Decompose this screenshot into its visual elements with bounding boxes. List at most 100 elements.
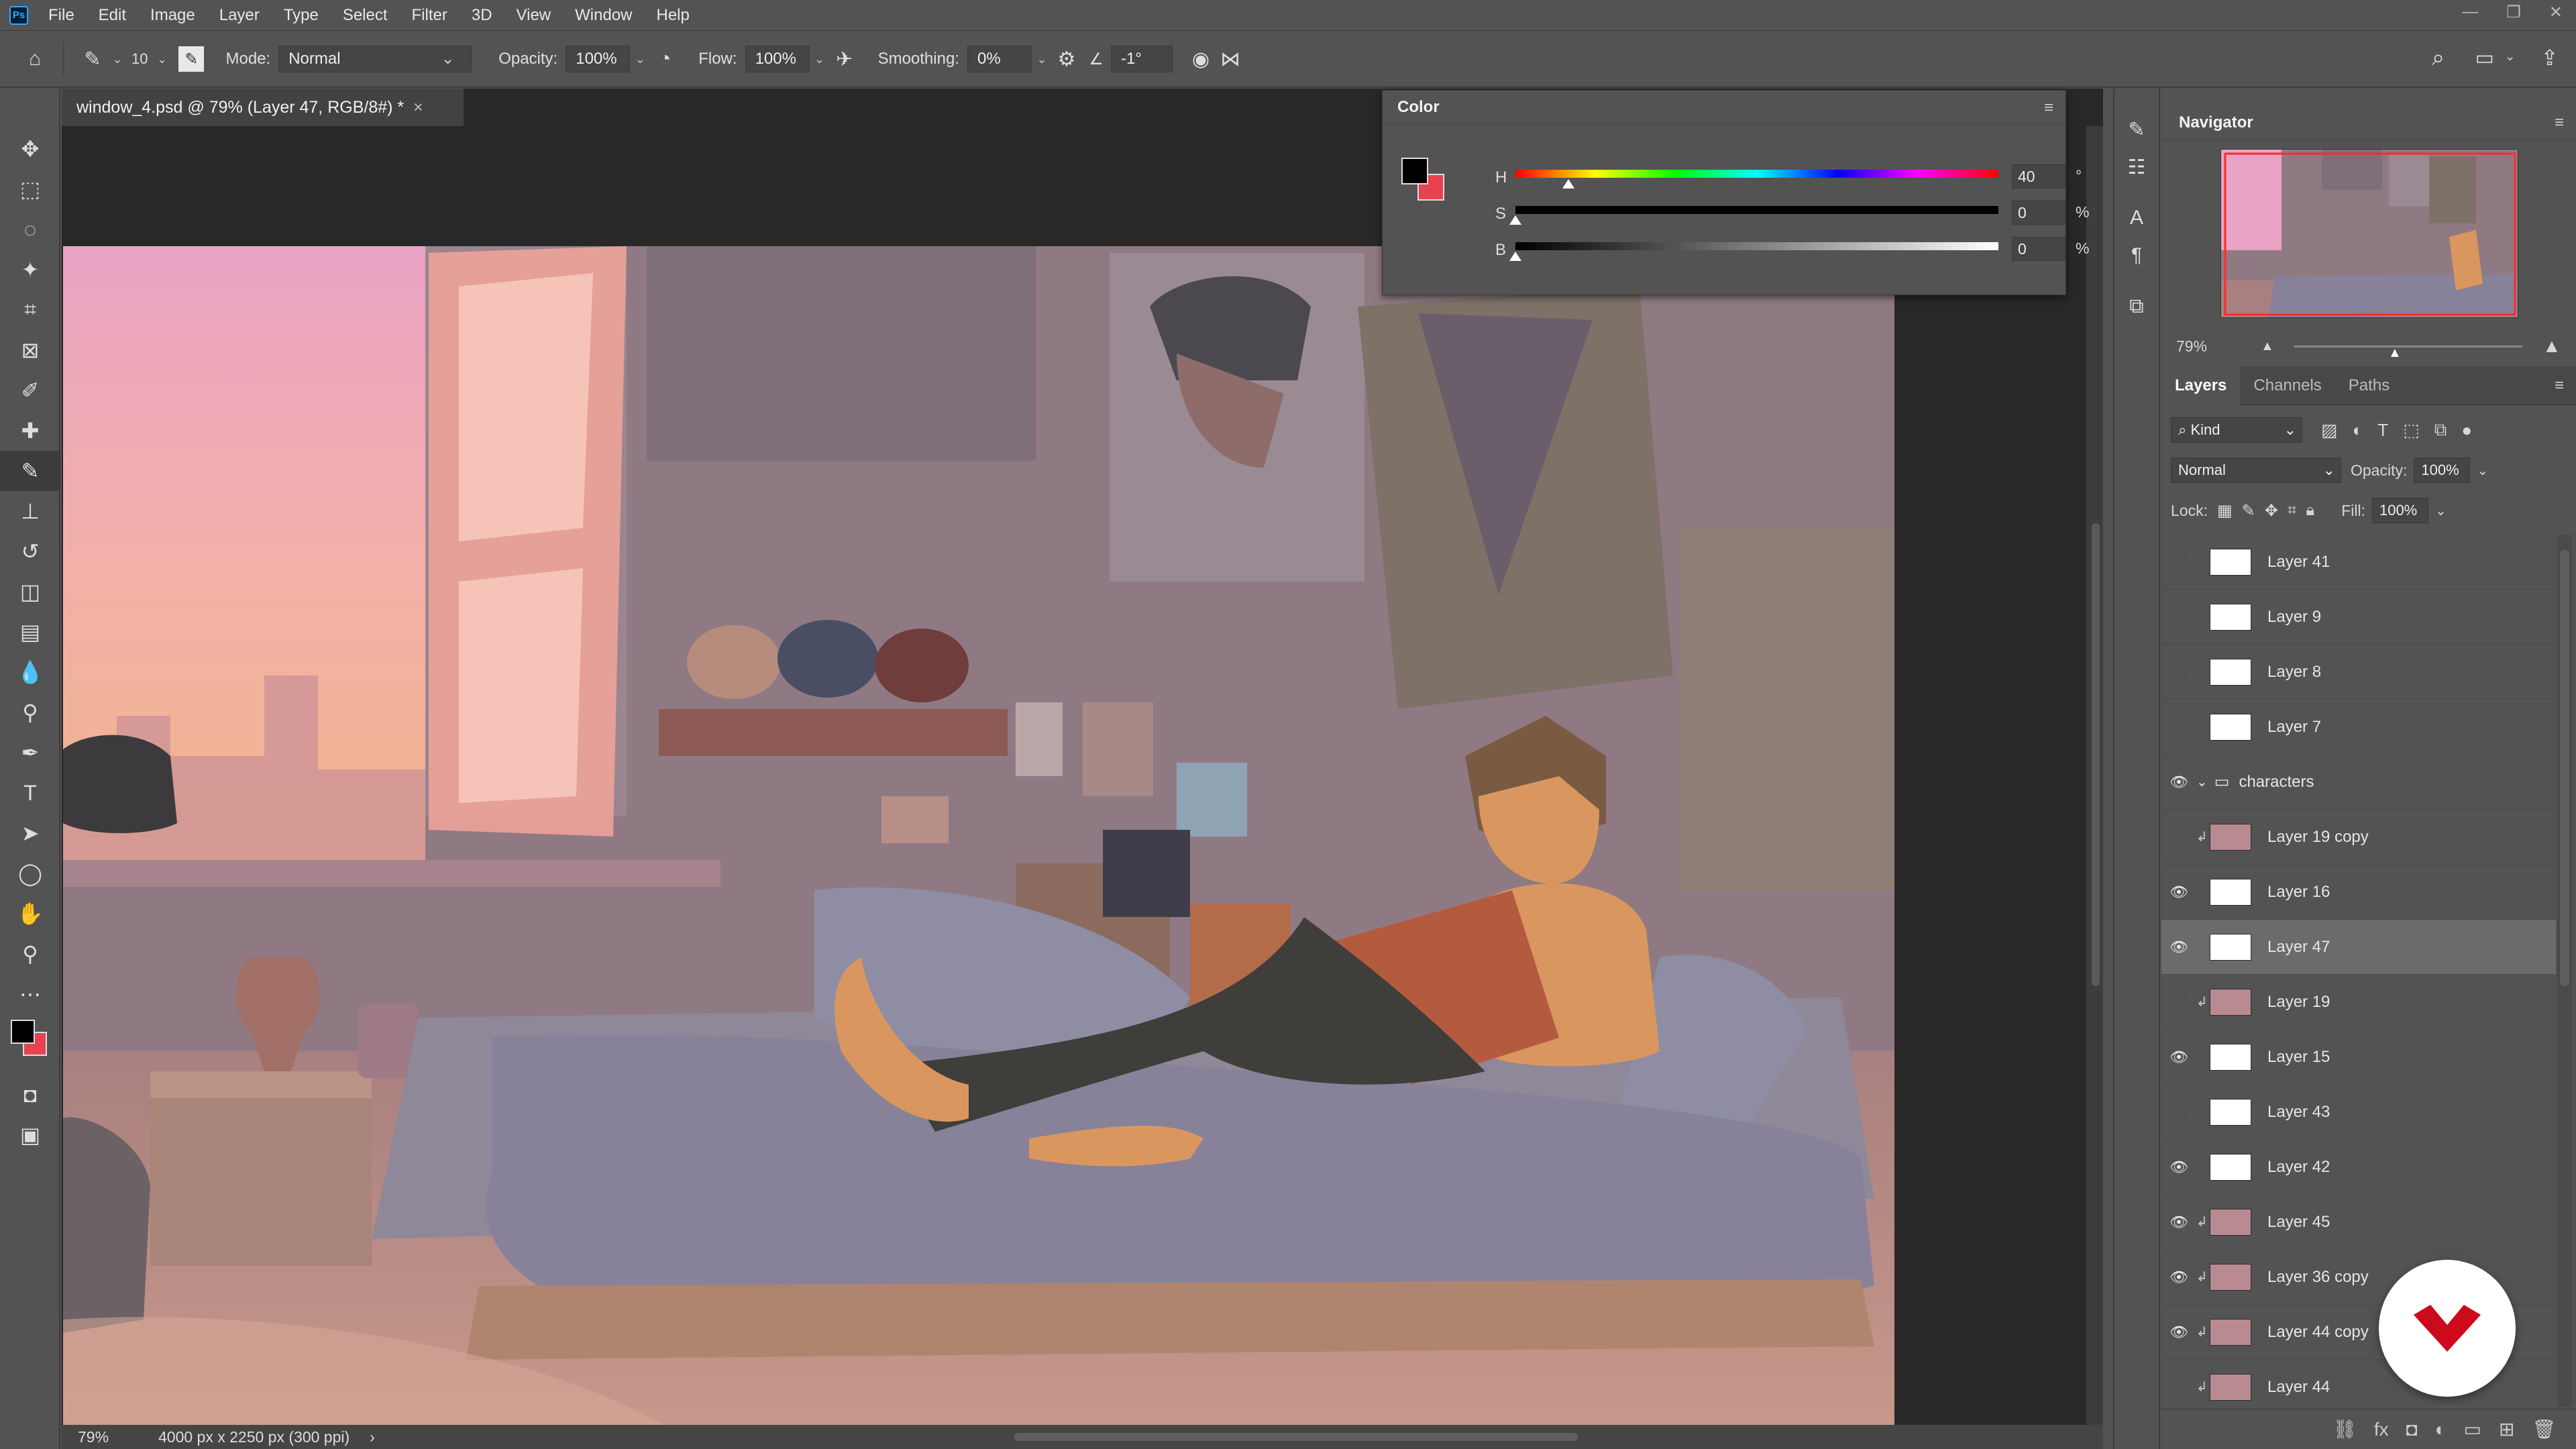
pressure-size-icon[interactable]: ◉	[1186, 44, 1216, 74]
add-mask-icon[interactable]: ◘	[2406, 1419, 2418, 1440]
paragraph-panel-icon[interactable]: ¶	[2114, 244, 2159, 282]
eyedropper-tool-icon[interactable]: ✐	[0, 370, 60, 411]
filter-shape-icon[interactable]: ⬚	[2403, 420, 2420, 441]
chevron-right-icon[interactable]: ›	[370, 1425, 375, 1449]
visibility-eye-icon[interactable]: 👁︎	[2161, 938, 2196, 956]
foreground-color-swatch[interactable]	[1401, 158, 1428, 184]
lock-all-icon[interactable]: 🔒︎	[2306, 501, 2314, 520]
minimize-button[interactable]: —	[2462, 3, 2478, 22]
hue-slider-handle[interactable]	[1562, 179, 1575, 189]
layer-row[interactable]: 👁︎ Layer 16	[2161, 865, 2556, 920]
lock-artboard-icon[interactable]: ⌗	[2288, 501, 2297, 520]
adjustment-layer-icon[interactable]: ◐	[2435, 1419, 2447, 1440]
layer-row[interactable]: 👁︎ Layer 15	[2161, 1030, 2556, 1085]
menu-filter[interactable]: Filter	[412, 6, 447, 25]
zoom-tool-icon[interactable]: ⚲	[0, 934, 60, 974]
chevron-down-icon[interactable]: ⌄	[630, 46, 650, 72]
share-icon[interactable]: ⇪	[2540, 45, 2559, 70]
filter-toggle-icon[interactable]: ●	[2461, 420, 2472, 441]
navigator-zoom-handle[interactable]: ▲	[2388, 338, 2402, 368]
layer-thumbnail[interactable]	[2210, 988, 2251, 1016]
visibility-eye-icon[interactable]: 👁︎	[2161, 1269, 2196, 1286]
layer-name[interactable]: Layer 45	[2267, 1213, 2330, 1232]
layer-filter-select[interactable]: ⌕ Kind ⌄	[2171, 417, 2302, 443]
visibility-eye-icon[interactable]: 👁︎	[2161, 1324, 2196, 1341]
visibility-eye-icon[interactable]: 👁︎	[2161, 1049, 2196, 1066]
brightness-slider-handle[interactable]	[1509, 252, 1521, 261]
visibility-eye-icon[interactable]: 👁︎	[2161, 1214, 2196, 1231]
filter-pixel-icon[interactable]: ▨	[2321, 420, 2338, 441]
layer-thumbnail[interactable]	[2210, 1263, 2251, 1291]
layer-thumbnail[interactable]	[2210, 548, 2251, 576]
layer-name[interactable]: characters	[2239, 773, 2314, 792]
restore-button[interactable]: ❐	[2506, 3, 2521, 22]
tab-layers[interactable]: Layers	[2161, 366, 2241, 405]
layer-name[interactable]: Layer 41	[2267, 553, 2330, 572]
visibility-eye-icon[interactable]	[2161, 828, 2196, 846]
layer-row[interactable]: 👁︎ Layer 42	[2161, 1140, 2556, 1195]
character-panel-icon[interactable]: A	[2114, 207, 2159, 244]
layer-style-fx-icon[interactable]: fx	[2374, 1419, 2389, 1440]
document-tab[interactable]: window_4.psd @ 79% (Layer 47, RGB/8#) * ×	[62, 89, 464, 126]
chevron-down-icon[interactable]: ⌄	[152, 46, 172, 72]
visibility-eye-icon[interactable]: 👁︎	[2161, 883, 2196, 901]
layer-row[interactable]: Layer 7	[2161, 700, 2556, 755]
panel-menu-icon[interactable]: ≡	[2555, 376, 2564, 395]
chevron-down-icon[interactable]: ⌄	[2477, 462, 2488, 479]
chevron-down-icon[interactable]: ⌄	[2435, 502, 2447, 519]
layer-name[interactable]: Layer 19 copy	[2267, 828, 2369, 847]
flow-input[interactable]: 100%	[745, 46, 810, 72]
zoom-readout[interactable]: 79%	[78, 1425, 138, 1449]
brush-panel-toggle-icon[interactable]: ✎	[178, 46, 205, 72]
layer-row[interactable]: 👁︎ Layer 47	[2161, 920, 2556, 975]
layer-name[interactable]: Layer 43	[2267, 1103, 2330, 1122]
symmetry-butterfly-icon[interactable]: ⋈	[1216, 44, 1245, 74]
menu-edit[interactable]: Edit	[99, 6, 126, 25]
tab-paths[interactable]: Paths	[2335, 366, 2403, 405]
smoothing-input[interactable]: 0%	[967, 46, 1032, 72]
link-layers-icon[interactable]: ⛓	[2332, 1418, 2357, 1440]
layer-thumbnail[interactable]	[2210, 1153, 2251, 1181]
delete-layer-icon[interactable]: 🗑︎	[2532, 1418, 2556, 1440]
saturation-slider-handle[interactable]	[1509, 215, 1521, 225]
layer-thumbnail[interactable]	[2210, 1043, 2251, 1071]
tab-channels[interactable]: Channels	[2240, 366, 2334, 405]
menu-layer[interactable]: Layer	[219, 6, 260, 25]
layer-name[interactable]: Layer 15	[2267, 1048, 2330, 1067]
fill-input[interactable]: 100%	[2371, 498, 2428, 523]
navigator-zoom-slider[interactable]	[2294, 345, 2522, 347]
panel-menu-icon[interactable]: ≡	[2555, 105, 2564, 141]
opacity-input[interactable]: 100%	[566, 46, 631, 72]
adjustments-icon[interactable]: ☷	[2114, 156, 2159, 193]
layer-thumbnail[interactable]	[2210, 1208, 2251, 1236]
screen-mode-icon[interactable]: ▣	[0, 1115, 60, 1155]
gradient-tool-icon[interactable]: ▤	[0, 612, 60, 652]
crop-tool-icon[interactable]: ⌗	[0, 290, 60, 330]
horizontal-scroll-thumb[interactable]	[1014, 1433, 1578, 1441]
chevron-down-icon[interactable]: ⌄	[810, 46, 830, 72]
scrollbar-thumb[interactable]	[2092, 523, 2100, 986]
chevron-down-icon[interactable]: ⌄	[2196, 773, 2208, 790]
visibility-eye-icon[interactable]	[2161, 553, 2196, 571]
layer-thumbnail[interactable]	[2210, 878, 2251, 906]
visibility-eye-icon[interactable]	[2161, 1104, 2196, 1121]
frame-tool-icon[interactable]: ⊠	[0, 330, 60, 370]
brightness-slider-track[interactable]	[1515, 242, 1998, 250]
hand-tool-icon[interactable]: ✋	[0, 894, 60, 934]
layer-name[interactable]: Layer 44 copy	[2267, 1323, 2369, 1342]
menu-3d[interactable]: 3D	[472, 6, 492, 25]
home-icon[interactable]: ⌂	[20, 44, 50, 74]
layer-row[interactable]: Layer 43	[2161, 1085, 2556, 1140]
visibility-eye-icon[interactable]	[2161, 608, 2196, 626]
brightness-input[interactable]: 0	[2012, 237, 2065, 261]
blend-mode-select[interactable]: Normal ⌄	[2171, 458, 2341, 483]
move-tool-icon[interactable]: ✥	[0, 129, 60, 169]
brush-preset-icon[interactable]: ✎	[78, 44, 107, 74]
lock-position-icon[interactable]: ✥	[2265, 501, 2278, 521]
layer-name[interactable]: Layer 7	[2267, 718, 2321, 737]
visibility-eye-icon[interactable]	[2161, 994, 2196, 1011]
visibility-eye-icon[interactable]: 👁︎	[2161, 1159, 2196, 1176]
workspace-icon[interactable]: ▭	[2475, 46, 2494, 70]
visibility-eye-icon[interactable]	[2161, 1379, 2196, 1396]
ellipse-tool-icon[interactable]: ◯	[0, 853, 60, 894]
